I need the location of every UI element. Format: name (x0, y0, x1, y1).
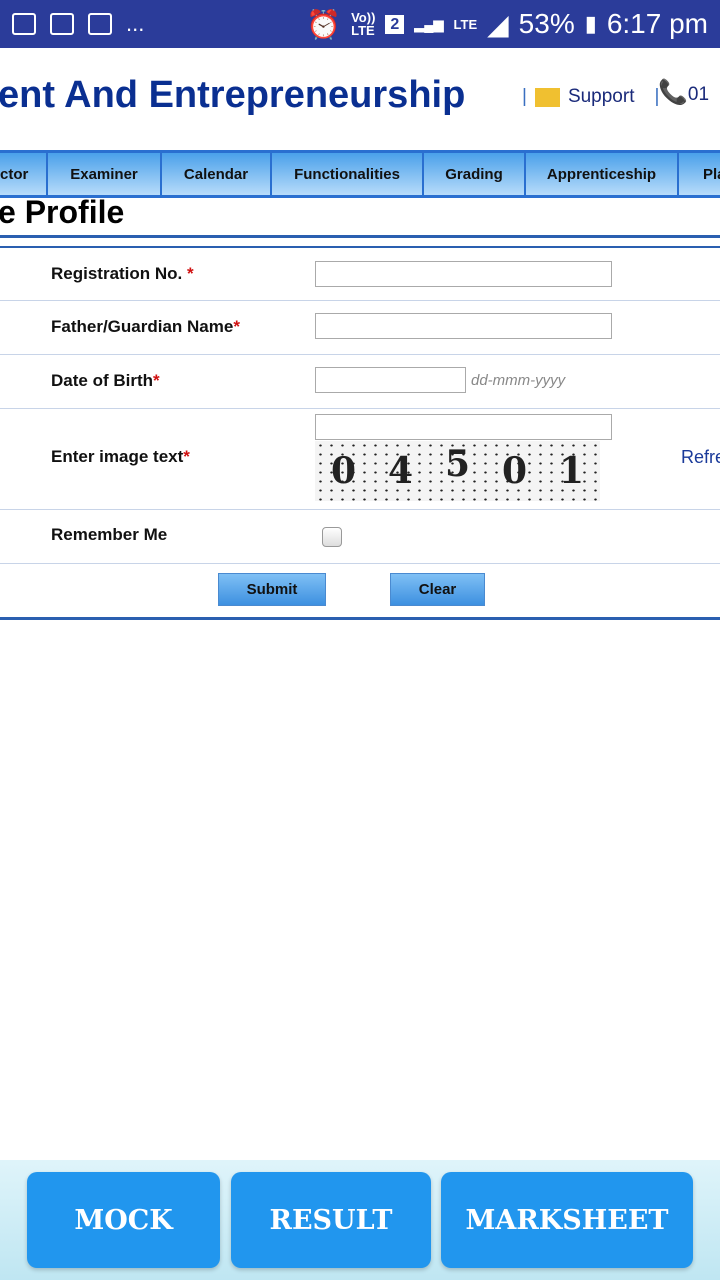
registration-input[interactable] (315, 261, 612, 287)
form-row-dob: Date of Birth* dd-mmm-yyyy (0, 355, 720, 409)
nav-item-calendar[interactable]: Calendar (162, 153, 272, 195)
captcha-input[interactable] (315, 414, 612, 440)
phone-number[interactable]: 01 (688, 84, 709, 105)
registration-label: Registration No. (51, 264, 188, 283)
refresh-captcha-link[interactable]: Refre (681, 447, 720, 468)
signal-icon: ◢ (487, 8, 509, 40)
more-notifications: ... (126, 11, 145, 36)
clock: 6:17 pm (606, 8, 708, 39)
required-marker: * (233, 317, 240, 336)
captcha-char: 0 (330, 450, 357, 492)
network-label: LTE (453, 16, 478, 32)
nav-item[interactable]: Pla (679, 153, 720, 195)
captcha-image: 0 4 5 0 1 (315, 441, 600, 501)
site-title: ent And Entrepreneurship (0, 74, 466, 116)
marksheet-button[interactable]: MARKSHEET (441, 1172, 693, 1268)
divider: | (522, 86, 527, 107)
father-label: Father/Guardian Name (51, 317, 234, 336)
required-marker: * (183, 447, 190, 466)
clear-button[interactable]: Clear (390, 573, 485, 606)
captcha-label: Enter image text (51, 447, 184, 466)
nav-item-examiner[interactable]: Examiner (48, 153, 162, 195)
result-button[interactable]: RESULT (231, 1172, 431, 1268)
status-bar: ... ⏰ Vo)) LTE 2 ▂▄▆ LTE ◢ 53% ▮ 6:17 pm (0, 0, 720, 48)
dob-placeholder: dd-mmm-yyyy (471, 372, 566, 389)
alarm-icon: ⏰ (306, 8, 342, 40)
sync-icon (88, 13, 112, 35)
divider (0, 617, 720, 620)
submit-button[interactable]: Submit (218, 573, 326, 606)
captcha-char: 0 (501, 450, 528, 492)
volte-icon: Vo)) LTE (351, 10, 376, 38)
battery-percent: 53% (518, 8, 575, 39)
dob-label: Date of Birth (51, 371, 153, 390)
main-nav: ctor Examiner Calendar Functionalities G… (0, 150, 720, 198)
support-link[interactable]: Support (568, 86, 635, 108)
nav-item-functionalities[interactable]: Functionalities (272, 153, 424, 195)
battery-icon: ▮ (584, 11, 597, 36)
phone-icon: 📞 (658, 79, 688, 106)
sync-icon (50, 13, 74, 35)
nav-item-apprenticeship[interactable]: Apprenticeship (526, 153, 679, 195)
mock-button[interactable]: MOCK (27, 1172, 220, 1268)
required-marker: * (153, 371, 160, 390)
gallery-icon (12, 13, 36, 35)
form-row-father: Father/Guardian Name* (0, 301, 720, 355)
required-marker: * (187, 264, 194, 283)
remember-me-checkbox[interactable] (322, 527, 342, 547)
remember-label: Remember Me (51, 525, 168, 544)
signal-icon: ▂▄▆ (414, 16, 444, 32)
father-name-input[interactable] (315, 313, 612, 339)
site-header: ent And Entrepreneurship | Support | 📞01 (0, 48, 720, 148)
divider (0, 235, 720, 238)
form-row-remember: Remember Me (0, 510, 720, 564)
form-row-registration: Registration No. * (0, 246, 720, 301)
nav-item-grading[interactable]: Grading (424, 153, 526, 195)
nav-item[interactable]: ctor (0, 153, 48, 195)
captcha-char: 5 (444, 443, 471, 485)
captcha-char: 1 (558, 450, 585, 492)
dob-input[interactable] (315, 367, 466, 393)
page-title: e Profile (0, 194, 125, 230)
sim-icon: 2 (385, 14, 405, 34)
mail-icon (534, 87, 560, 107)
captcha-char: 4 (387, 450, 414, 492)
